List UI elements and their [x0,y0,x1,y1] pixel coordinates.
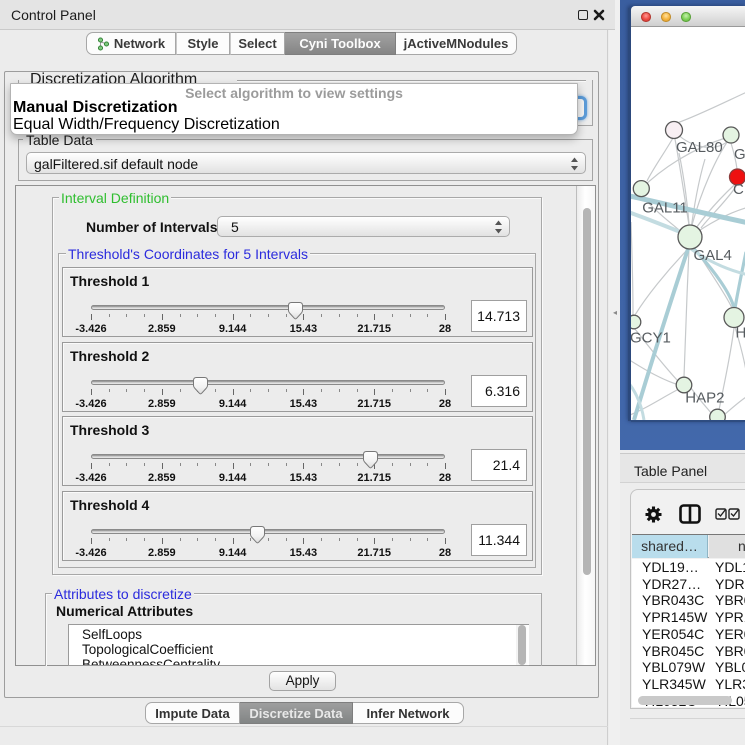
svg-text:GA: GA [734,146,745,163]
svg-text:GAL4: GAL4 [694,247,732,264]
svg-text:GAL11: GAL11 [642,200,688,217]
svg-text:HAP2: HAP2 [685,390,724,407]
svg-text:GAL80: GAL80 [676,139,723,156]
svg-text:H: H [736,324,745,341]
svg-text:CD: CD [733,181,745,198]
svg-text:GCY1: GCY1 [631,329,671,346]
